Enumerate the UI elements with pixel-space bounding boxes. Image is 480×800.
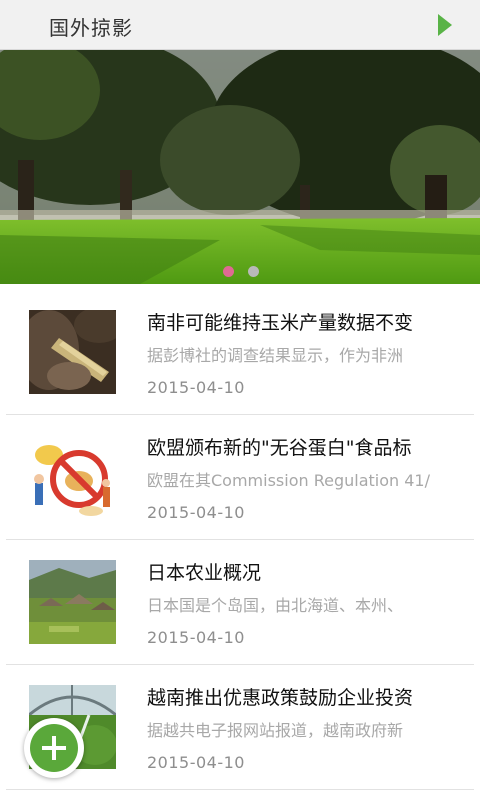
fab-circle xyxy=(30,724,78,772)
article-date: 2015-04-10 xyxy=(147,378,245,397)
corn-photo xyxy=(29,310,116,394)
park-photo xyxy=(0,50,480,284)
divider xyxy=(6,789,474,790)
article-summary: 日本国是个岛国，由北海道、本州、 xyxy=(147,596,404,615)
article-title: 越南推出优惠政策鼓励企业投资 xyxy=(147,687,414,709)
no-gluten-illustration xyxy=(29,435,116,519)
banner-carousel[interactable] xyxy=(0,50,480,284)
list-item[interactable]: 南非可能维持玉米产量数据不变 据彭博社的调查结果显示，作为非洲 2015-04-… xyxy=(0,290,480,415)
carousel-dot-active[interactable] xyxy=(223,266,234,277)
list-item[interactable]: 日本农业概况 日本国是个岛国，由北海道、本州、 2015-04-10 xyxy=(0,540,480,665)
article-title: 南非可能维持玉米产量数据不变 xyxy=(147,312,414,334)
article-title: 欧盟颁布新的"无谷蛋白"食品标 xyxy=(147,437,412,459)
article-date: 2015-04-10 xyxy=(147,628,245,647)
play-arrow-icon[interactable] xyxy=(438,14,452,36)
article-list: 南非可能维持玉米产量数据不变 据彭博社的调查结果显示，作为非洲 2015-04-… xyxy=(0,290,480,790)
article-title: 日本农业概况 xyxy=(147,562,262,584)
article-summary: 欧盟在其Commission Regulation 41/ xyxy=(147,471,430,490)
village-photo xyxy=(29,560,116,644)
article-summary: 据彭博社的调查结果显示，作为非洲 xyxy=(147,346,404,365)
article-date: 2015-04-10 xyxy=(147,503,245,522)
app-header: 国外掠影 xyxy=(0,0,480,50)
page-title: 国外掠影 xyxy=(49,16,133,40)
list-item[interactable]: 欧盟颁布新的"无谷蛋白"食品标 欧盟在其Commission Regulatio… xyxy=(0,415,480,540)
article-summary: 据越共电子报网站报道，越南政府新 xyxy=(147,721,404,740)
article-date: 2015-04-10 xyxy=(147,753,245,772)
add-button[interactable] xyxy=(24,718,84,778)
carousel-dot[interactable] xyxy=(248,266,259,277)
